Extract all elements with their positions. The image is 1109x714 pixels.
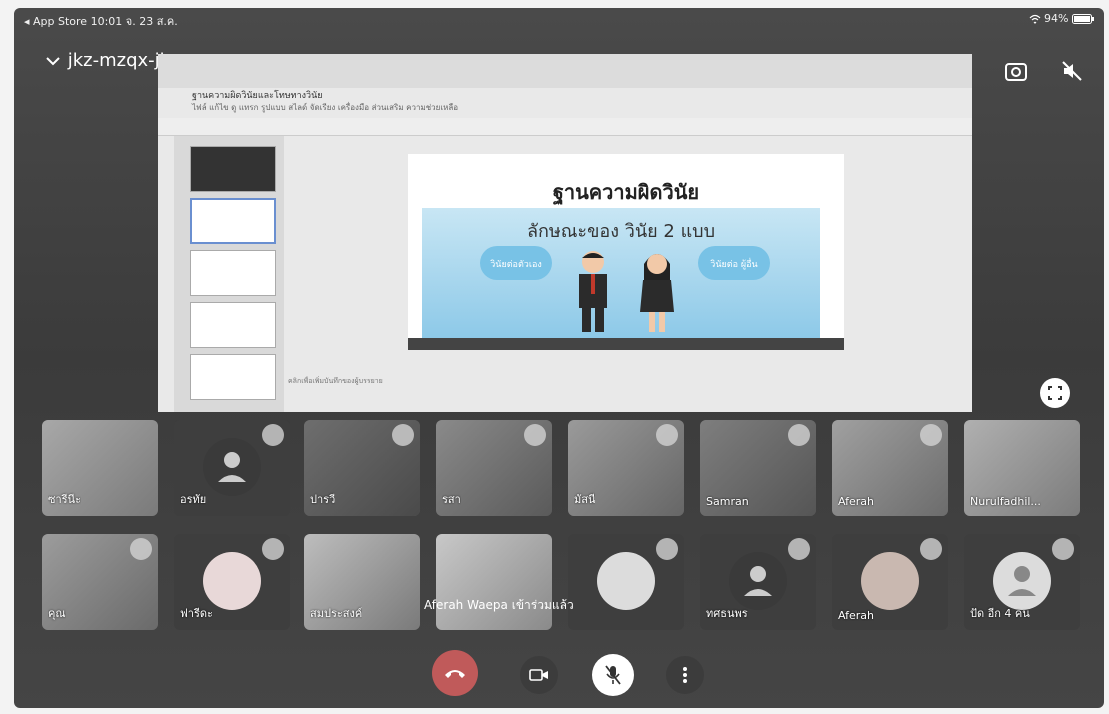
mic-off-icon bbox=[1052, 538, 1074, 560]
browser-chrome bbox=[158, 54, 972, 88]
participant-tile[interactable]: Nurulfadhil... bbox=[964, 420, 1080, 516]
status-bar: ◂ App Store 10:01 จ. 23 ส.ค. 94% bbox=[14, 8, 1104, 28]
participant-name: ฟารีดะ bbox=[180, 607, 213, 620]
right-bubble: วินัยต่อ ผู้อื่น bbox=[698, 246, 770, 280]
fullscreen-button[interactable] bbox=[1040, 378, 1070, 408]
participant-tile[interactable]: มัสนี bbox=[568, 420, 684, 516]
slide-thumbnail bbox=[190, 302, 276, 348]
slide-thumbnails bbox=[174, 136, 284, 412]
fullscreen-icon bbox=[1048, 386, 1062, 400]
mic-off-icon bbox=[920, 538, 942, 560]
mic-off-icon bbox=[656, 424, 678, 446]
avatar bbox=[597, 552, 655, 610]
participant-name: รสา bbox=[442, 493, 461, 506]
phone-hangup-icon bbox=[445, 670, 465, 678]
participant-name: คุณ bbox=[48, 607, 66, 620]
mic-off-icon bbox=[130, 538, 152, 560]
slide-canvas: ฐานความผิดวินัย ลักษณะของ วินัย 2 แบบ วิ… bbox=[408, 154, 844, 350]
battery-percent: 94% bbox=[1044, 12, 1069, 25]
participant-name: มัสนี bbox=[574, 493, 596, 506]
participant-tile[interactable]: รสา bbox=[436, 420, 552, 516]
join-toast: Aferah Waepa เข้าร่วมแล้ว bbox=[424, 598, 574, 612]
mic-off-icon bbox=[920, 424, 942, 446]
camera-icon bbox=[529, 669, 548, 681]
speaker-notes: คลิกเพื่อเพิ่มบันทึกของผู้บรรยาย bbox=[288, 377, 383, 385]
slide-illustration: ลักษณะของ วินัย 2 แบบ วินัยต่อตัวเอง วิน… bbox=[422, 208, 820, 338]
man-figure-icon bbox=[579, 251, 607, 332]
participant-tile[interactable]: ปัด อีก 4 คน bbox=[964, 534, 1080, 630]
slide-subtitle: ลักษณะของ วินัย 2 แบบ bbox=[526, 221, 716, 242]
slide-title: ฐานความผิดวินัย bbox=[552, 180, 700, 204]
participant-tile[interactable] bbox=[568, 534, 684, 630]
switch-camera-icon[interactable] bbox=[1004, 60, 1028, 82]
document-menu: ไฟล์ แก้ไข ดู แทรก รูปแบบ สไลด์ จัดเรียง… bbox=[192, 103, 459, 112]
shared-screen: ฐานความผิดวินัยและโทษทางวินัย ไฟล์ แก้ไข… bbox=[158, 54, 972, 412]
battery-indicator: 94% bbox=[1029, 12, 1094, 25]
slide-thumbnail bbox=[190, 250, 276, 296]
slide-footer-bar bbox=[408, 338, 844, 350]
mic-off-icon bbox=[262, 424, 284, 446]
editor-toolbar bbox=[158, 118, 972, 136]
mic-off-icon bbox=[524, 424, 546, 446]
participant-name: Samran bbox=[706, 495, 749, 508]
meet-screen: ◂ App Store 10:01 จ. 23 ส.ค. 94% jkz-mzq… bbox=[14, 8, 1104, 708]
participant-tile[interactable]: อรทัย bbox=[174, 420, 290, 516]
left-bubble: วินัยต่อตัวเอง bbox=[480, 246, 552, 280]
participant-tile[interactable]: ซารีนีะ bbox=[42, 420, 158, 516]
participant-tile[interactable]: คุณ bbox=[42, 534, 158, 630]
mic-off-icon bbox=[605, 665, 621, 685]
participant-name: ซารีนีะ bbox=[48, 493, 81, 506]
microphone-button[interactable] bbox=[592, 654, 634, 696]
participant-name: Aferah bbox=[838, 495, 875, 508]
participant-name: สมประสงค์ bbox=[310, 607, 363, 620]
mic-off-icon bbox=[656, 538, 678, 560]
slide-thumbnail bbox=[190, 198, 276, 244]
participant-tile[interactable]: ฟารีดะ bbox=[174, 534, 290, 630]
participant-tile[interactable]: ทศธนพร bbox=[700, 534, 816, 630]
end-call-button[interactable] bbox=[432, 650, 478, 696]
mic-off-icon bbox=[788, 538, 810, 560]
mic-off-icon bbox=[392, 424, 414, 446]
participant-tile[interactable]: สมประสงค์ bbox=[304, 534, 420, 630]
chevron-down-icon bbox=[46, 57, 60, 66]
wifi-icon bbox=[1029, 14, 1040, 24]
mic-off-icon bbox=[788, 424, 810, 446]
speaker-off-icon[interactable] bbox=[1060, 60, 1084, 82]
camera-button[interactable] bbox=[520, 656, 558, 694]
mic-off-icon bbox=[262, 538, 284, 560]
woman-figure-icon bbox=[640, 254, 674, 332]
participant-name: ปารวี bbox=[310, 493, 336, 506]
battery-icon bbox=[1072, 14, 1094, 24]
avatar bbox=[203, 552, 261, 610]
avatar bbox=[203, 438, 261, 496]
participant-tile[interactable]: ปารวี bbox=[304, 420, 420, 516]
more-options-button[interactable] bbox=[666, 656, 704, 694]
avatar bbox=[729, 552, 787, 610]
participant-tile[interactable]: Aferah bbox=[832, 534, 948, 630]
participant-tile[interactable] bbox=[436, 534, 552, 630]
document-title: ฐานความผิดวินัยและโทษทางวินัย bbox=[192, 91, 323, 101]
slide-thumbnail bbox=[190, 354, 276, 400]
more-vertical-icon bbox=[683, 667, 687, 683]
participant-name: Nurulfadhil... bbox=[970, 495, 1041, 508]
avatar bbox=[861, 552, 919, 610]
participant-name: Aferah bbox=[838, 609, 875, 622]
status-left[interactable]: ◂ App Store 10:01 จ. 23 ส.ค. bbox=[24, 12, 178, 30]
participant-name: อรทัย bbox=[180, 493, 207, 506]
participant-tile[interactable]: Samran bbox=[700, 420, 816, 516]
avatar bbox=[993, 552, 1051, 610]
participant-name: ทศธนพร bbox=[706, 607, 748, 620]
slide-thumbnail bbox=[190, 146, 276, 192]
participant-name: ปัด อีก 4 คน bbox=[970, 607, 1030, 620]
participant-tile[interactable]: Aferah bbox=[832, 420, 948, 516]
